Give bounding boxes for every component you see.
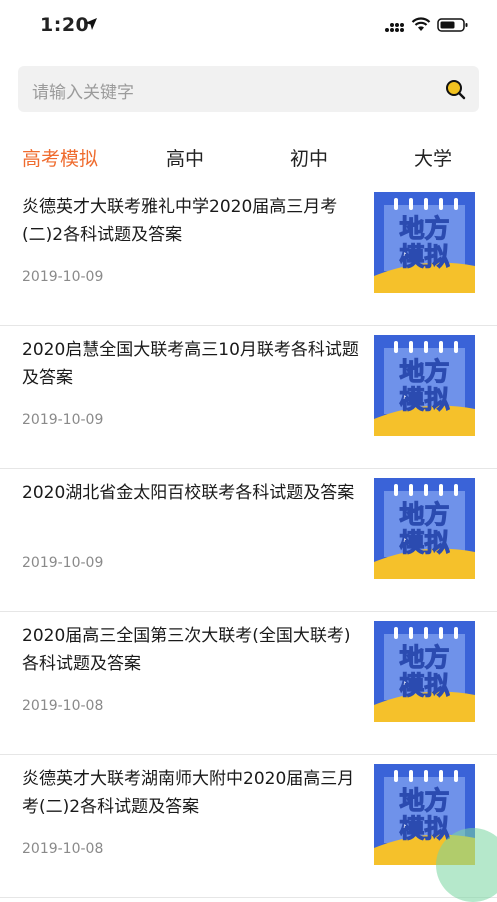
search-icon[interactable] xyxy=(443,77,467,101)
article-date: 2019-10-09 xyxy=(22,269,104,285)
cellular-signal-icon xyxy=(385,23,404,32)
thumbnail-text-line2: 模拟 xyxy=(399,814,449,843)
article-date: 2019-10-09 xyxy=(22,555,104,571)
thumbnail-text-line2: 模拟 xyxy=(399,385,449,414)
list-item[interactable]: 2020湖北省金太阳百校联考各科试题及答案 2019-10-09 地方 模拟 xyxy=(0,469,497,612)
thumbnail-text-line1: 地方 xyxy=(399,357,449,386)
article-date: 2019-10-09 xyxy=(22,412,104,428)
thumbnail-text-line1: 地方 xyxy=(399,786,449,815)
battery-icon xyxy=(437,18,468,32)
thumbnail-text-line1: 地方 xyxy=(399,214,449,243)
article-title: 2020湖北省金太阳百校联考各科试题及答案 xyxy=(22,483,355,503)
search-bar[interactable]: 请输入关键字 xyxy=(18,66,479,112)
thumbnail-text-line1: 地方 xyxy=(399,500,449,529)
status-time: 1:20 xyxy=(40,14,90,36)
article-title: 2020届高三全国第三次大联考(全国大联考)各科试题及答案 xyxy=(22,626,351,674)
tab-high-school[interactable]: 高中 xyxy=(166,144,204,171)
article-title: 炎德英才大联考雅礼中学2020届高三月考(二)2各科试题及答案 xyxy=(22,197,338,245)
article-thumbnail: 地方 模拟 xyxy=(374,335,475,436)
thumbnail-text-line2: 模拟 xyxy=(399,671,449,700)
tab-middle-school[interactable]: 初中 xyxy=(290,144,328,171)
list-item[interactable]: 炎德英才大联考湖南师大附中2020届高三月考(二)2各科试题及答案 2019-1… xyxy=(0,755,497,898)
article-date: 2019-10-08 xyxy=(22,841,104,857)
article-thumbnail: 地方 模拟 xyxy=(374,621,475,722)
list-item[interactable]: 2020启慧全国大联考高三10月联考各科试题及答案 2019-10-09 地方 … xyxy=(0,326,497,469)
article-title: 炎德英才大联考湖南师大附中2020届高三月考(二)2各科试题及答案 xyxy=(22,769,355,817)
thumbnail-text-line1: 地方 xyxy=(399,643,449,672)
category-tabs: 高考模拟 高中 初中 大学 xyxy=(0,140,497,176)
thumbnail-text-line2: 模拟 xyxy=(399,528,449,557)
article-title: 2020启慧全国大联考高三10月联考各科试题及答案 xyxy=(22,340,359,388)
article-thumbnail: 地方 模拟 xyxy=(374,478,475,579)
status-bar: 1:20 xyxy=(0,0,497,52)
list-item[interactable]: 2020届高三全国第三次大联考(全国大联考)各科试题及答案 2019-10-08… xyxy=(0,612,497,755)
search-input[interactable]: 请输入关键字 xyxy=(32,78,134,103)
article-date: 2019-10-08 xyxy=(22,698,104,714)
location-arrow-icon xyxy=(85,18,97,30)
thumbnail-text-line2: 模拟 xyxy=(399,242,449,271)
tab-gaokao-mock[interactable]: 高考模拟 xyxy=(22,144,98,171)
wifi-icon xyxy=(411,17,431,31)
tab-university[interactable]: 大学 xyxy=(414,144,452,171)
article-thumbnail: 地方 模拟 xyxy=(374,192,475,293)
list-item[interactable]: 炎德英才大联考雅礼中学2020届高三月考(二)2各科试题及答案 2019-10-… xyxy=(0,183,497,326)
